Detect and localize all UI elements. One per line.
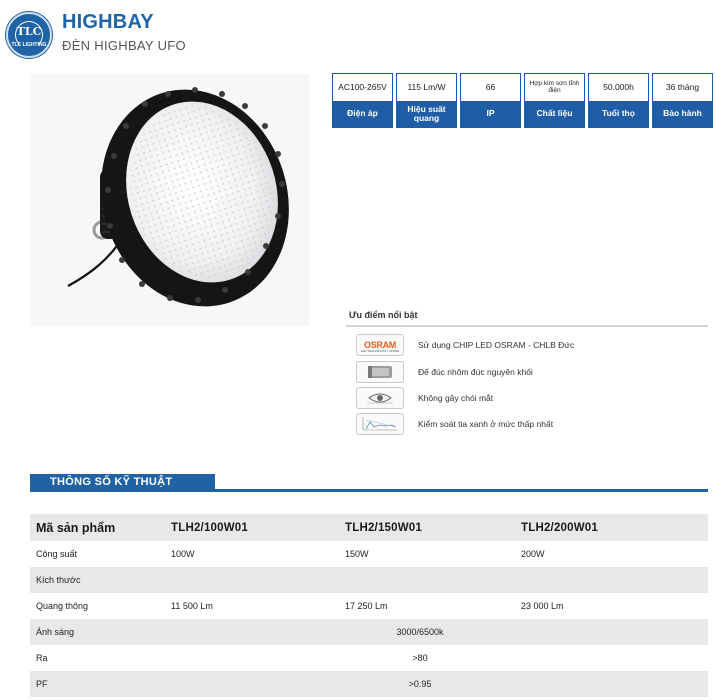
eye-icon: [356, 387, 404, 409]
advantage-item-osram: OSRAM LED TECHNOLOGY INSIDE Sử dụng CHIP…: [356, 334, 574, 356]
table-row: Ánh sáng 3000/6500k: [30, 619, 708, 645]
row-merged-value: 3000/6500k: [396, 627, 444, 637]
row-value: 100W: [171, 549, 195, 559]
spec-value: 115 Lm/W: [397, 74, 456, 101]
table-row: Ra >80: [30, 645, 708, 671]
advantages-divider: [346, 325, 708, 327]
spec-label: Hiệu suất quang: [397, 101, 456, 127]
header-model-100w: TLH2/100W01: [171, 521, 248, 534]
spec-label: Chất liệu: [525, 101, 584, 127]
row-value: 11 500 Lm: [171, 601, 213, 611]
advantage-text: Sử dụng CHIP LED OSRAM - CHLB Đức: [418, 340, 575, 350]
blue-light-icon: [356, 413, 404, 435]
spec-card-voltage: AC100-265V Điện áp: [332, 73, 393, 128]
brand-logo: TLC TLC LIGHTING: [6, 12, 52, 58]
section-title: THÔNG SỐ KỸ THUẬT: [50, 476, 173, 488]
row-merged-value: >0.95: [408, 679, 432, 689]
spec-card-lifespan: 50.000h Tuổi thọ: [588, 73, 649, 128]
spec-value: AC100-265V: [333, 74, 392, 101]
table-row: Kích thước: [30, 567, 708, 593]
row-value: 17 250 Lm: [345, 601, 388, 611]
spec-table: Mã sản phẩm TLH2/100W01 TLH2/150W01 TLH2…: [30, 514, 708, 697]
spec-label: Tuổi thọ: [589, 101, 648, 127]
row-label: Công suất: [36, 549, 78, 559]
spec-card-ip: 66 IP: [460, 73, 521, 128]
table-row: Quang thông 11 500 Lm 17 250 Lm 23 000 L…: [30, 593, 708, 619]
table-row: Công suất 100W 150W 200W: [30, 541, 708, 567]
row-label: Ra: [36, 653, 48, 663]
row-label: PF: [36, 679, 48, 689]
header-model-200w: TLH2/200W01: [521, 521, 598, 534]
aluminum-body-icon: [356, 361, 404, 383]
table-row: PF >0.95: [30, 671, 708, 697]
spec-card-warranty: 36 tháng Bảo hành: [652, 73, 713, 128]
row-value: 150W: [345, 549, 369, 559]
row-label: Kích thước: [36, 575, 81, 585]
row-label: Ánh sáng: [36, 627, 75, 637]
osram-logo-subtext: LED TECHNOLOGY INSIDE: [360, 349, 400, 353]
advantage-text: Đế đúc nhôm đúc nguyên khối: [418, 367, 533, 377]
row-label: Quang thông: [36, 601, 89, 611]
spec-card-material: Hợp kim sơn tĩnh điện Chất liệu: [524, 73, 585, 128]
highbay-lamp-illustration: [67, 87, 289, 307]
header-product-code: Mã sản phẩm: [36, 520, 116, 535]
section-underline: [215, 489, 708, 492]
table-header-row: Mã sản phẩm TLH2/100W01 TLH2/150W01 TLH2…: [30, 514, 708, 541]
spec-label: Điện áp: [333, 101, 392, 127]
advantage-text: Kiểm soát tia xanh ở mức thấp nhất: [418, 419, 554, 429]
header-model-150w: TLH2/150W01: [345, 521, 422, 534]
spec-label: Bảo hành: [653, 101, 712, 127]
spec-cards: AC100-265V Điện áp 115 Lm/W Hiệu suất qu…: [332, 73, 713, 128]
spec-label: IP: [461, 101, 520, 127]
spec-value: 36 tháng: [653, 74, 712, 101]
logo-subtext: TLC LIGHTING: [11, 42, 47, 48]
page-subtitle: ĐÈN HIGHBAY UFO: [62, 38, 186, 53]
advantage-text: Không gây chói mắt: [418, 393, 494, 403]
spec-card-efficiency: 115 Lm/W Hiệu suất quang: [396, 73, 457, 128]
logo-text: TLC: [16, 25, 42, 38]
advantage-item-glare: Không gây chói mắt: [356, 387, 493, 409]
row-merged-value: >80: [412, 653, 428, 663]
row-value: 23 000 Lm: [521, 601, 564, 611]
spec-value: 66: [461, 74, 520, 101]
advantage-item-body: Đế đúc nhôm đúc nguyên khối: [356, 361, 533, 383]
advantage-item-bluelight: Kiểm soát tia xanh ở mức thấp nhất: [356, 413, 553, 435]
page-title: HIGHBAY: [62, 11, 154, 33]
osram-logo-icon: OSRAM LED TECHNOLOGY INSIDE: [356, 334, 404, 356]
spec-value: Hợp kim sơn tĩnh điện: [525, 74, 584, 101]
row-value: 200W: [521, 549, 545, 559]
product-image: [30, 74, 309, 326]
advantages-title: Ưu điểm nổi bật: [349, 310, 418, 320]
spec-value: 50.000h: [589, 74, 648, 101]
